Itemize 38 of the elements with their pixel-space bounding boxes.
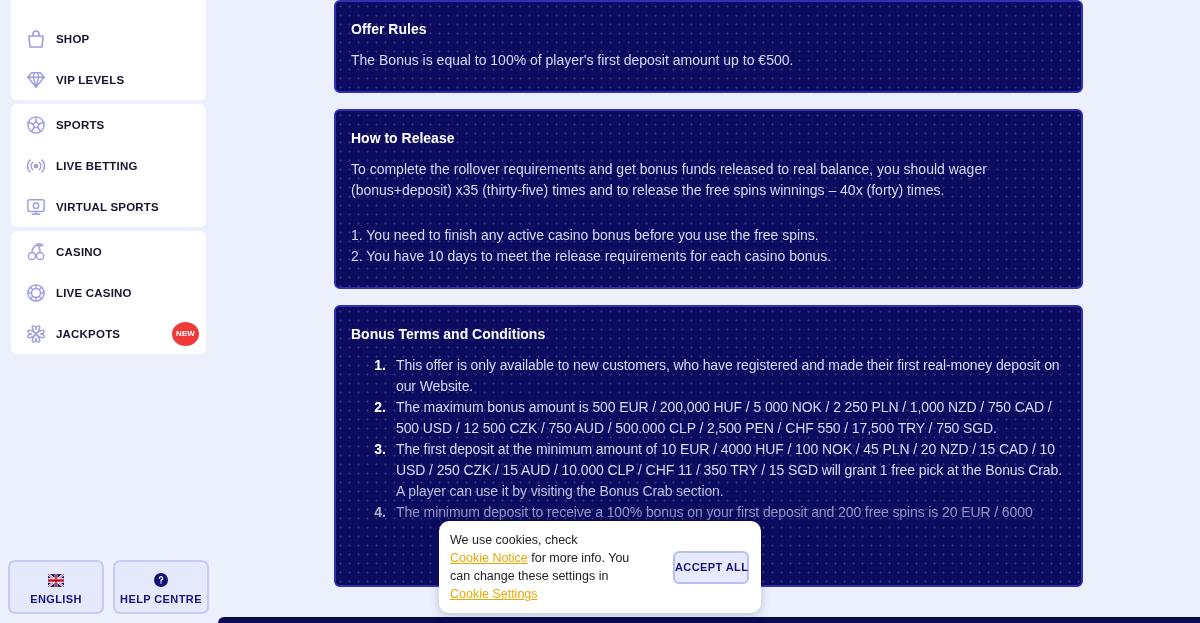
list-number: 2. (373, 398, 386, 417)
section-text: 1. You need to finish any active casino bonus before you use the free spins. (351, 226, 820, 245)
sidebar-item[interactable]: SHOP (27, 29, 90, 48)
accept-all-button[interactable]: ACCEPT ALL (673, 550, 749, 584)
section-text: The Bonus is equal to 100% of player's first deposit amount up to €500. (351, 51, 795, 70)
sidebar-item[interactable]: SPORTS (27, 115, 105, 134)
cherries-icon (27, 242, 45, 261)
section-title: Bonus Terms and Conditions (351, 325, 547, 344)
new-badge: NEW (172, 321, 199, 346)
section-text: To complete the rollover requirements and get bonus funds released to real balance, you should wager (bonus+deposit) x35 (thirty-five) times and to release the free spins winnings – 40x (forty) times. (351, 160, 988, 200)
poker-chip-icon (27, 283, 45, 302)
monitor-icon (27, 197, 45, 216)
bag-icon (27, 29, 45, 48)
sidebar-item[interactable]: LIVE BETTING (27, 156, 138, 175)
list-number: 4. (373, 503, 386, 522)
list-number: 3. (373, 440, 386, 459)
section-title: Offer Rules (351, 20, 428, 39)
language-button[interactable]: ENGLISH (8, 560, 104, 614)
sidebar-item[interactable]: CASINO (27, 242, 102, 261)
section-text: 2. You have 10 days to meet the release requirements for each casino bonus. (351, 247, 833, 266)
section-title: How to Release (351, 129, 456, 148)
sidebar-item[interactable]: JACKPOTS (27, 324, 121, 343)
sidebar-item[interactable]: VIP LEVELS (27, 70, 125, 89)
uk-flag-icon (48, 573, 64, 587)
list-item-text: The first deposit at the minimum amount of 10 EUR / 4000 HUF / 100 NOK / 45 PLN / 20 NZD / 15 CAD / 10 USD / 250 CZK / 15 AUD / 10.000 CLP / CHF 11 / 350 TRY / 15 SGD will grant 1 free pick at the Bonus Crab. A player can use it by visiting the Bonus Crab section. (396, 440, 1063, 501)
sidebar-item[interactable]: LIVE CASINO (27, 283, 132, 302)
cookie-message: We use cookies, check Cookie Notice for more info. You can change these settings in Cookie Settings (450, 532, 631, 603)
ball-icon (27, 115, 45, 134)
list-number: 1. (373, 356, 386, 375)
help-centre-button[interactable]: HELP CENTRE (113, 560, 209, 614)
list-item-text: This offer is only available to new customers, who have registered and made their first real-money deposit on our Website. (396, 356, 1061, 396)
help-icon (154, 573, 168, 587)
list-item-text: The minimum deposit to receive a 100% bonus on your first deposit and 200 free spins is 20 EUR / 6000 (396, 503, 1034, 522)
broadcast-icon (27, 156, 45, 175)
diamond-icon (27, 70, 45, 89)
list-item-text: The maximum bonus amount is 500 EUR / 200,000 HUF / 5 000 NOK / 2 250 PLN / 1,000 NZD / 750 CAD / 500 USD / 12 500 CZK / 750 AUD / 500.000 CLP / 2,500 PEN / CHF 550 / 17,500 TRY / 750 SGD. (396, 398, 1053, 438)
clover-icon (27, 324, 45, 343)
sidebar-item[interactable]: VIRTUAL SPORTS (27, 197, 159, 216)
